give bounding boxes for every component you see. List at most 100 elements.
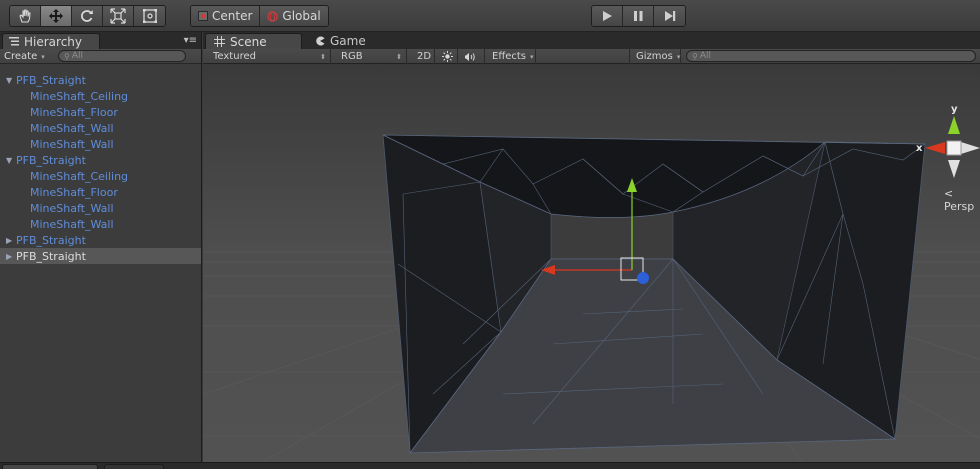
tab-scene[interactable]: Scene — [205, 33, 302, 49]
tree-item[interactable]: MineShaft_Wall — [0, 136, 201, 152]
z-axis-handle[interactable] — [637, 272, 649, 284]
scene-search-input[interactable]: ⚲ All — [686, 50, 976, 62]
scene-panel: Scene Game Textured ⬍ RGB ⬍ 2D Effects ▾… — [203, 32, 980, 462]
create-dropdown[interactable]: Create ▾ — [4, 50, 45, 63]
play-controls — [591, 5, 686, 27]
chevron-down-icon: ▾ — [530, 52, 534, 61]
rect-icon — [142, 9, 157, 23]
expand-arrow-icon[interactable]: ▼ — [6, 76, 16, 85]
grid-icon — [214, 36, 225, 47]
gizmo-y-label: y — [951, 104, 958, 115]
hierarchy-tabbar: Hierarchy ▾≡ — [0, 32, 201, 49]
dropdown-arrows-icon: ⬍ — [320, 52, 326, 61]
rotate-tool-button[interactable] — [72, 6, 103, 26]
tab-console[interactable] — [104, 464, 164, 469]
step-icon — [664, 11, 675, 21]
hierarchy-tree: ▼ PFB_Straight MineShaft_Ceiling MineShaf… — [0, 72, 201, 264]
pivot-mode-button[interactable]: Center — [191, 6, 261, 26]
hierarchy-search-placeholder: All — [71, 51, 84, 61]
play-button[interactable] — [592, 6, 623, 26]
projection-label: Persp — [944, 200, 975, 213]
mode-2d-toggle[interactable]: 2D — [411, 49, 435, 64]
main-toolbar: Center Global — [0, 0, 980, 32]
move-arrows-icon — [49, 9, 63, 23]
unity-editor: Center Global Hierarchy ▾≡ Create ▾ ⚲ Al… — [0, 0, 980, 469]
create-label: Create — [4, 51, 38, 62]
tree-item[interactable]: MineShaft_Wall — [0, 120, 201, 136]
tree-item[interactable]: MineShaft_Floor — [0, 184, 201, 200]
projection-toggle[interactable]: < Persp — [944, 187, 980, 213]
hand-tool-button[interactable] — [10, 6, 41, 26]
play-icon — [603, 11, 612, 21]
expand-arrow-icon[interactable]: ▼ — [6, 156, 16, 165]
pivot-center-icon — [198, 11, 208, 21]
tab-game[interactable]: Game — [307, 33, 387, 49]
hierarchy-search-input[interactable]: ⚲ All — [58, 50, 186, 62]
draw-mode-dropdown[interactable]: Textured ⬍ — [207, 49, 331, 64]
tree-item[interactable]: ▼ PFB_Straight — [0, 152, 201, 168]
bottom-panel-tabs — [0, 462, 980, 469]
scene-search-placeholder: All — [699, 51, 712, 61]
tree-item[interactable]: MineShaft_Wall — [0, 216, 201, 232]
pivot-rotation-button[interactable]: Global — [260, 6, 328, 26]
audio-toggle[interactable] — [459, 49, 485, 64]
effects-label: Effects — [492, 51, 526, 62]
globe-icon — [267, 10, 279, 22]
transform-tools — [9, 5, 166, 27]
scene-tab-label: Scene — [230, 34, 267, 49]
scale-tool-button[interactable] — [103, 6, 134, 26]
scene-tabbar: Scene Game — [203, 32, 980, 49]
hierarchy-tab-label: Hierarchy — [24, 34, 83, 49]
lighting-toggle[interactable] — [436, 49, 458, 64]
step-button[interactable] — [654, 6, 685, 26]
render-mode-dropdown[interactable]: RGB ⬍ — [335, 49, 407, 64]
tab-project[interactable] — [2, 464, 98, 469]
rect-tool-button[interactable] — [134, 6, 165, 26]
panel-menu-icon[interactable]: ▾≡ — [184, 35, 197, 46]
search-icon: ⚲ — [692, 51, 698, 61]
pause-button[interactable] — [623, 6, 654, 26]
collapse-arrow-icon[interactable]: ▶ — [6, 252, 16, 261]
pacman-icon — [316, 36, 325, 46]
scene-subbar: Textured ⬍ RGB ⬍ 2D Effects ▾ Gizmos ▾ ⚲… — [203, 49, 980, 64]
mode-2d-label: 2D — [417, 51, 432, 62]
chevron-down-icon: ▾ — [676, 52, 681, 61]
tree-item[interactable]: ▶ PFB_Straight — [0, 232, 201, 248]
effects-dropdown[interactable]: Effects ▾ — [486, 49, 536, 64]
hierarchy-subbar: Create ▾ ⚲ All — [0, 49, 201, 64]
collapse-arrow-icon[interactable]: ▶ — [6, 236, 16, 245]
pause-icon — [634, 11, 643, 21]
render-mode-label: RGB — [341, 51, 363, 62]
scene-render: y x — [203, 64, 980, 462]
speaker-icon — [465, 52, 475, 61]
chevron-down-icon: ▾ — [41, 52, 45, 61]
mineshaft-mesh — [382, 134, 926, 455]
pivot-mode-label: Center — [212, 9, 253, 23]
scene-viewport[interactable]: y x < Persp — [203, 64, 980, 462]
tree-item[interactable]: MineShaft_Wall — [0, 200, 201, 216]
tree-item[interactable]: MineShaft_Ceiling — [0, 168, 201, 184]
persp-arrow-icon: < — [944, 187, 954, 200]
tree-item[interactable]: ▼ PFB_Straight — [0, 72, 201, 88]
rotate-icon — [81, 10, 93, 22]
game-tab-label: Game — [330, 34, 366, 48]
list-icon — [9, 37, 19, 46]
gizmos-label: Gizmos — [636, 51, 673, 62]
move-tool-button[interactable] — [41, 6, 72, 26]
hand-icon — [19, 9, 31, 23]
tree-item[interactable]: MineShaft_Floor — [0, 104, 201, 120]
gizmos-dropdown[interactable]: Gizmos ▾ — [629, 49, 681, 64]
search-icon: ⚲ — [64, 51, 70, 61]
tree-item[interactable]: MineShaft_Ceiling — [0, 88, 201, 104]
dropdown-arrows-icon: ⬍ — [396, 52, 402, 61]
tab-hierarchy[interactable]: Hierarchy — [2, 33, 100, 49]
gizmo-x-label: x — [916, 143, 923, 154]
pivot-rotation-label: Global — [282, 9, 321, 23]
scale-icon — [110, 8, 126, 24]
draw-mode-label: Textured — [213, 51, 256, 62]
pivot-controls: Center Global — [190, 5, 329, 27]
tree-item-selected[interactable]: ▶ PFB_Straight — [0, 248, 201, 264]
hierarchy-panel: Hierarchy ▾≡ Create ▾ ⚲ All ▼ PFB_Straigh… — [0, 32, 202, 462]
gizmo-center-cube[interactable] — [946, 140, 962, 156]
sun-icon — [442, 51, 453, 62]
